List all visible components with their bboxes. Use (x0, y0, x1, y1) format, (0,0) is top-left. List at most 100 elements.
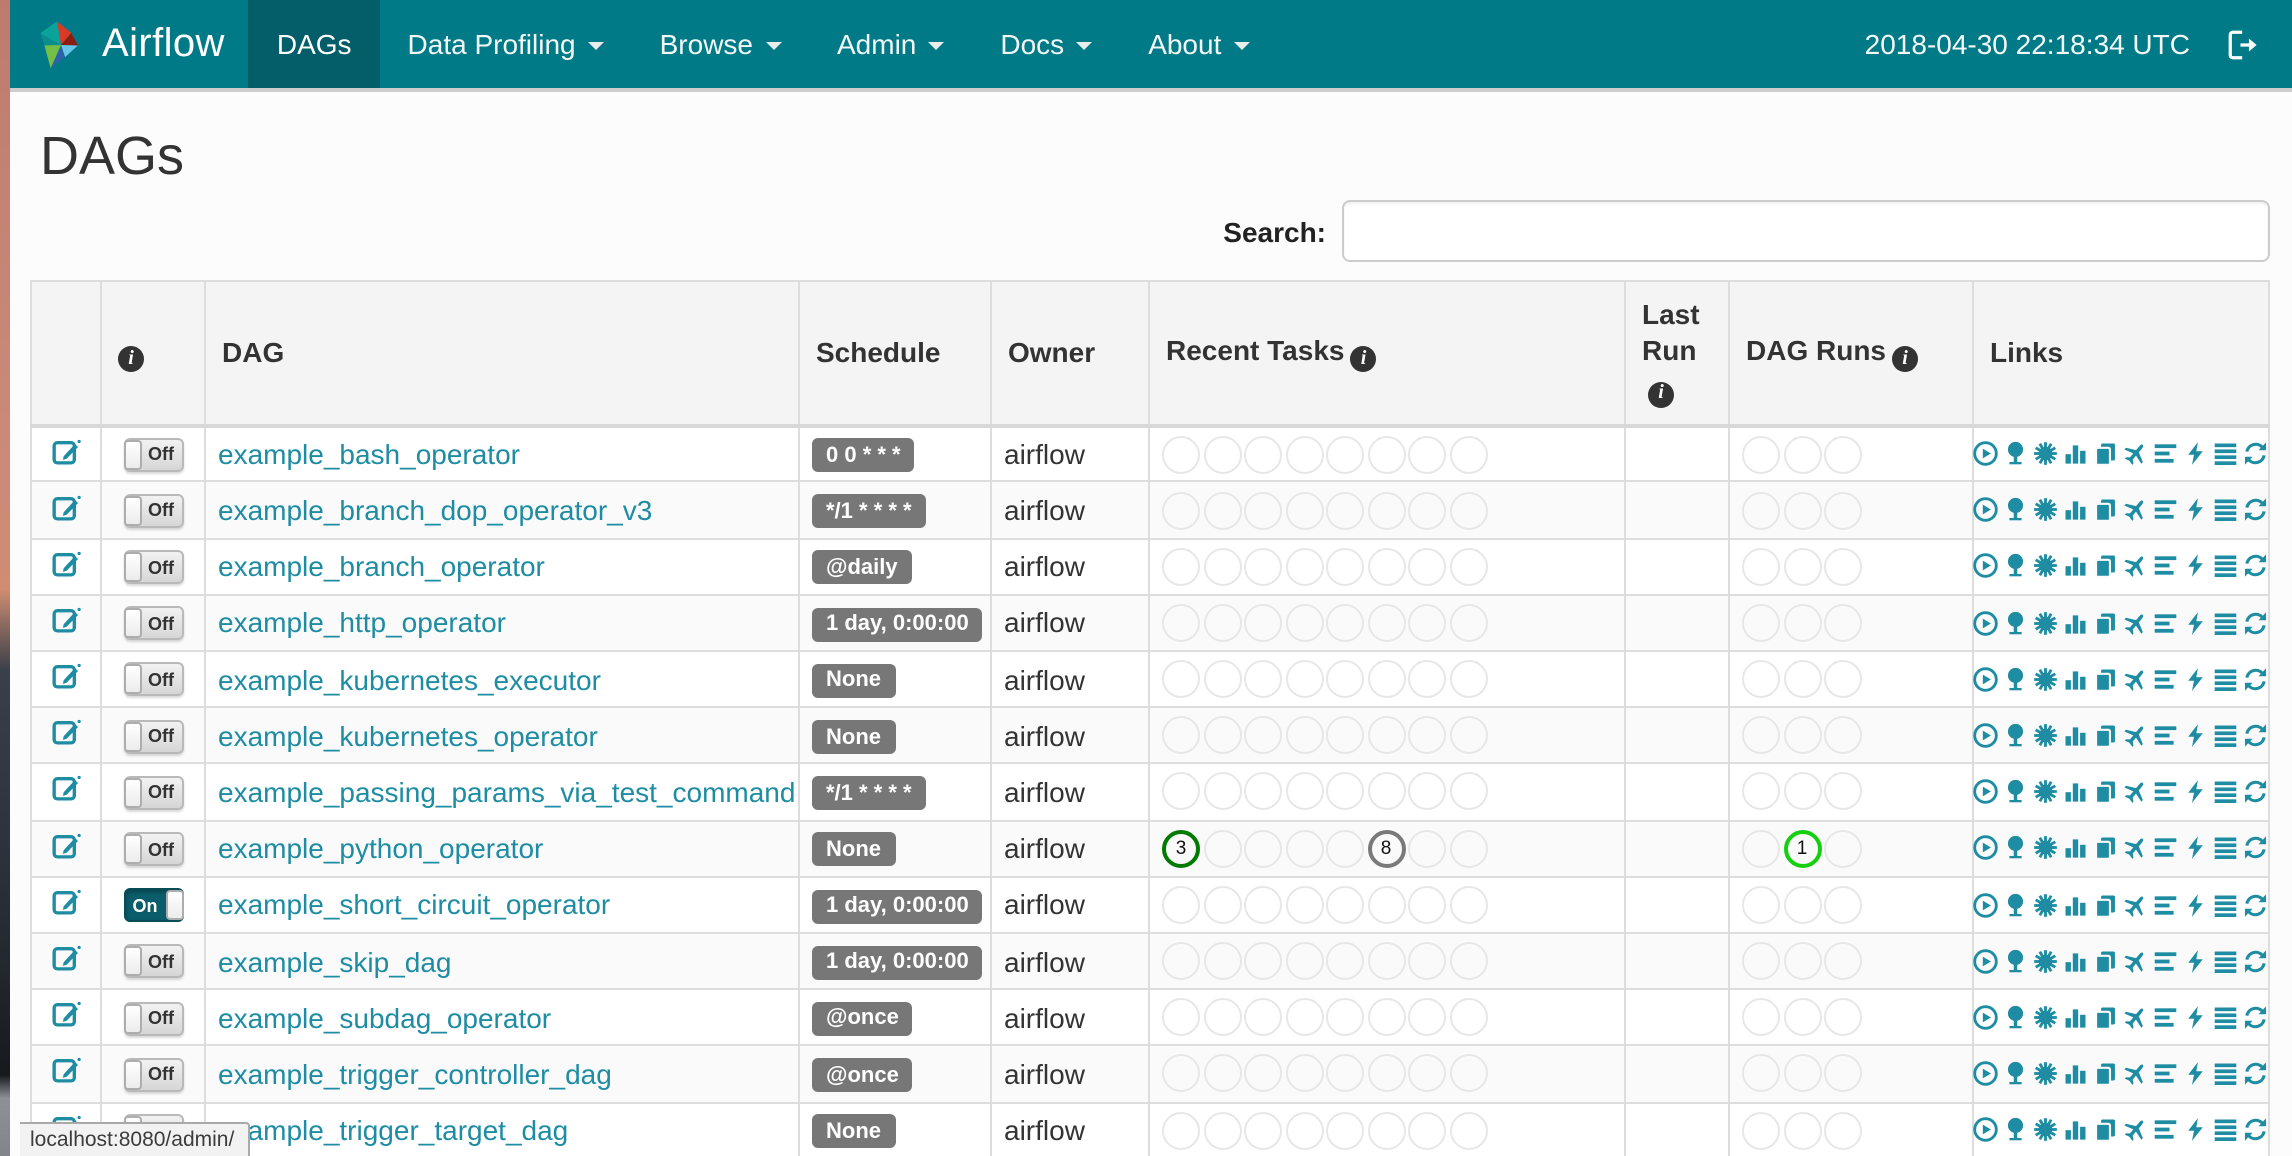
dag-run-circle[interactable] (1824, 1054, 1862, 1093)
refresh-icon[interactable] (2243, 835, 2270, 862)
gantt-view-icon[interactable] (2153, 722, 2180, 749)
trigger-dag-icon[interactable] (1973, 1060, 2000, 1087)
code-view-icon[interactable] (2183, 1060, 2210, 1087)
dag-link[interactable]: example_short_circuit_operator (218, 889, 610, 921)
gantt-view-icon[interactable] (2153, 441, 2180, 468)
task-tries-icon[interactable] (2093, 666, 2120, 693)
recent-task-circle[interactable] (1162, 998, 1200, 1037)
graph-view-icon[interactable] (2033, 1060, 2060, 1087)
recent-task-circle[interactable] (1244, 603, 1282, 642)
dag-run-circle[interactable] (1824, 829, 1862, 868)
dag-pause-toggle[interactable]: Off (123, 944, 183, 979)
dag-run-circle[interactable] (1783, 885, 1821, 924)
graph-view-icon[interactable] (2033, 441, 2060, 468)
trigger-dag-icon[interactable] (1973, 1117, 2000, 1144)
graph-view-icon[interactable] (2033, 891, 2060, 918)
recent-task-circle[interactable] (1449, 998, 1487, 1037)
graph-view-icon[interactable] (2033, 778, 2060, 805)
trigger-dag-icon[interactable] (1973, 497, 2000, 524)
gantt-view-icon[interactable] (2153, 497, 2180, 524)
dag-link[interactable]: example_kubernetes_executor (218, 663, 601, 695)
task-tries-icon[interactable] (2093, 553, 2120, 580)
dag-run-circle[interactable] (1742, 942, 1780, 981)
task-tries-icon[interactable] (2093, 835, 2120, 862)
search-input[interactable] (1342, 200, 2270, 262)
recent-task-circle[interactable] (1244, 716, 1282, 755)
trigger-dag-icon[interactable] (1973, 948, 2000, 975)
task-tries-icon[interactable] (2093, 1060, 2120, 1087)
nav-item-data-profiling[interactable]: Data Profiling (380, 0, 632, 88)
edit-dag-icon[interactable] (50, 829, 82, 861)
recent-task-circle[interactable] (1285, 1111, 1323, 1150)
landing-times-icon[interactable] (2123, 497, 2150, 524)
dag-run-circle[interactable] (1824, 1111, 1862, 1150)
refresh-icon[interactable] (2243, 778, 2270, 805)
task-duration-icon[interactable] (2063, 1117, 2090, 1144)
recent-task-circle[interactable] (1367, 942, 1405, 981)
gantt-view-icon[interactable] (2153, 948, 2180, 975)
code-view-icon[interactable] (2183, 835, 2210, 862)
recent-task-circle[interactable] (1162, 1054, 1200, 1093)
dag-pause-toggle[interactable]: Off (123, 1001, 183, 1036)
edit-dag-icon[interactable] (50, 717, 82, 749)
recent-task-circle[interactable] (1285, 1054, 1323, 1093)
dag-link[interactable]: example_trigger_controller_dag (218, 1058, 612, 1090)
tree-view-icon[interactable] (2003, 722, 2030, 749)
code-view-icon[interactable] (2183, 1117, 2210, 1144)
dag-run-circle[interactable] (1783, 435, 1821, 474)
dag-run-circle[interactable] (1742, 435, 1780, 474)
log-view-icon[interactable] (2213, 553, 2240, 580)
recent-task-circle[interactable] (1162, 772, 1200, 811)
recent-task-circle[interactable] (1326, 1054, 1364, 1093)
code-view-icon[interactable] (2183, 778, 2210, 805)
edit-dag-icon[interactable] (50, 491, 82, 523)
gantt-view-icon[interactable] (2153, 1060, 2180, 1087)
recent-task-circle[interactable] (1326, 829, 1364, 868)
tree-view-icon[interactable] (2003, 1060, 2030, 1087)
task-tries-icon[interactable] (2093, 1117, 2120, 1144)
landing-times-icon[interactable] (2123, 948, 2150, 975)
task-duration-icon[interactable] (2063, 666, 2090, 693)
code-view-icon[interactable] (2183, 891, 2210, 918)
recent-task-circle[interactable] (1203, 998, 1241, 1037)
dag-run-circle[interactable] (1783, 603, 1821, 642)
dag-run-circle[interactable] (1824, 885, 1862, 924)
recent-task-circle[interactable] (1244, 772, 1282, 811)
trigger-dag-icon[interactable] (1973, 1004, 2000, 1031)
recent-task-circle[interactable] (1162, 435, 1200, 474)
logout-icon[interactable] (2226, 27, 2260, 61)
recent-task-circle[interactable] (1408, 885, 1446, 924)
recent-task-circle[interactable] (1285, 716, 1323, 755)
refresh-icon[interactable] (2243, 722, 2270, 749)
tree-view-icon[interactable] (2003, 666, 2030, 693)
refresh-icon[interactable] (2243, 1060, 2270, 1087)
dag-link[interactable]: example_skip_dag (218, 945, 452, 977)
graph-view-icon[interactable] (2033, 1117, 2060, 1144)
graph-view-icon[interactable] (2033, 609, 2060, 636)
edit-dag-icon[interactable] (50, 886, 82, 918)
tree-view-icon[interactable] (2003, 835, 2030, 862)
dag-run-circle[interactable] (1742, 998, 1780, 1037)
log-view-icon[interactable] (2213, 948, 2240, 975)
recent-task-circle[interactable] (1367, 603, 1405, 642)
gantt-view-icon[interactable] (2153, 609, 2180, 636)
dag-run-circle[interactable] (1824, 603, 1862, 642)
code-view-icon[interactable] (2183, 609, 2210, 636)
log-view-icon[interactable] (2213, 1004, 2240, 1031)
recent-task-circle[interactable] (1203, 829, 1241, 868)
dag-run-circle[interactable] (1742, 1111, 1780, 1150)
recent-task-circle[interactable] (1162, 885, 1200, 924)
dag-run-circle[interactable] (1742, 491, 1780, 530)
graph-view-icon[interactable] (2033, 948, 2060, 975)
trigger-dag-icon[interactable] (1973, 891, 2000, 918)
nav-item-browse[interactable]: Browse (632, 0, 809, 88)
recent-task-circle[interactable] (1162, 942, 1200, 981)
recent-task-circle[interactable] (1244, 547, 1282, 586)
recent-task-circle[interactable] (1203, 942, 1241, 981)
recent-task-circle[interactable] (1408, 998, 1446, 1037)
tree-view-icon[interactable] (2003, 553, 2030, 580)
recent-task-circle[interactable] (1203, 547, 1241, 586)
dag-link[interactable]: example_passing_params_via_test_command (218, 776, 795, 808)
dag-run-circle[interactable] (1824, 716, 1862, 755)
edit-dag-icon[interactable] (50, 435, 82, 467)
